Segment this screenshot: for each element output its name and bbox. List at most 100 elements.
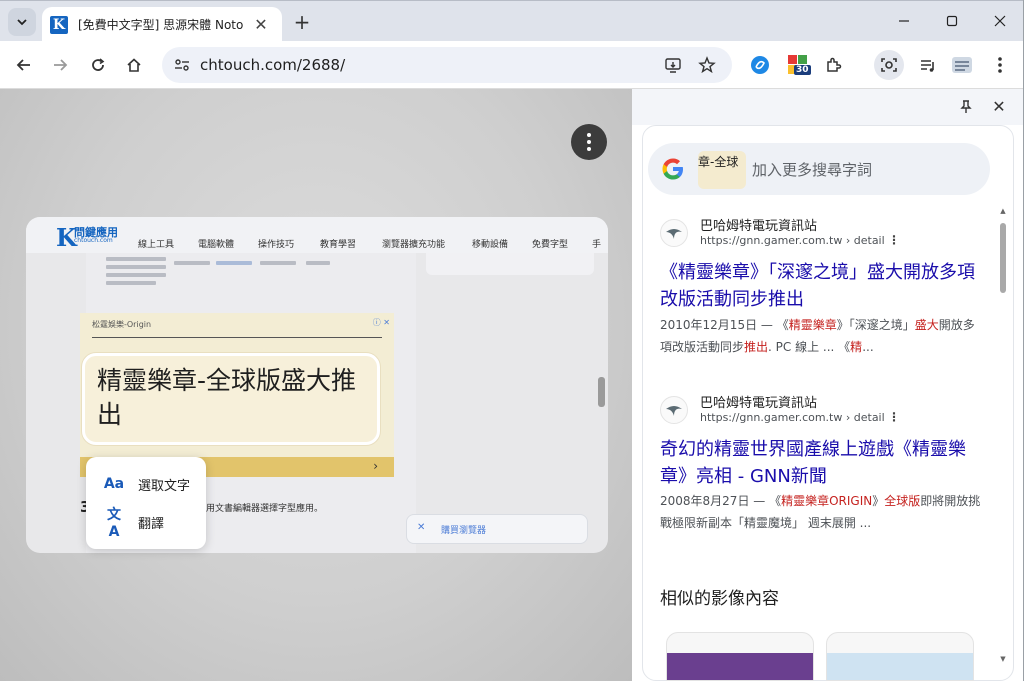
minimize-button[interactable] [884, 7, 924, 35]
dot-icon [587, 133, 591, 137]
lens-search-box[interactable]: 章-全球 加入更多搜尋字詞 [648, 143, 990, 195]
site-header: K 問鍵應用 chtouch.com 線上工具 電腦軟體 操作技巧 教育學習 瀏… [26, 217, 608, 253]
result-url: https://gnn.gamer.com.tw › detail [700, 234, 885, 247]
active-tab[interactable]: K [免費中文字型] 思源宋體 Noto ✕ [42, 7, 282, 42]
more-vertical-icon[interactable]: ⋮ [888, 233, 900, 247]
snippet-text: 2010年12月15日 — 《 [660, 318, 789, 332]
avatar-icon [952, 57, 972, 73]
google-lens-button[interactable] [874, 50, 904, 80]
side-panel-scrollbar[interactable]: ▲ ▼ [998, 207, 1008, 669]
snippet-text: . PC 線上 ... 《 [768, 340, 851, 354]
snippet-highlight: 精靈樂章 [788, 318, 837, 332]
lens-overlay-page: K 問鍵應用 chtouch.com 線上工具 電腦軟體 操作技巧 教育學習 瀏… [0, 89, 632, 681]
playlist-icon [921, 60, 934, 72]
bottom-bar-close-icon[interactable]: ✕ [417, 522, 425, 533]
reload-button[interactable] [84, 51, 112, 79]
result-title-link[interactable]: 《精靈樂章》「深邃之境」盛大開放多項改版活動同步推出 [660, 259, 990, 313]
result-snippet: 2010年12月15日 — 《精靈樂章》「深邃之境」盛大開放多項改版活動同步推出… [660, 314, 982, 358]
similar-image-thumbnail[interactable] [666, 632, 814, 681]
arrow-right-icon [54, 59, 68, 71]
home-icon [127, 58, 141, 72]
tab-title: [免費中文字型] 思源宋體 Noto [78, 18, 244, 32]
url-text[interactable]: chtouch.com/2688/ [200, 56, 345, 74]
page-scrollbar[interactable] [598, 377, 605, 407]
ad-divider [92, 337, 382, 338]
snippet-highlight: 盛大 [914, 318, 939, 332]
site-nav-item: 移動設備 [472, 240, 509, 250]
selected-text[interactable]: 精靈樂章-全球版盛大推出 [97, 364, 377, 432]
snippet-text: 》 [872, 494, 885, 508]
site-nav-item: 教育學習 [320, 240, 357, 250]
bottom-bar-text: 購買瀏覽器 [441, 526, 487, 536]
site-nav-item: 線上工具 [138, 240, 175, 250]
maximize-icon [946, 15, 958, 27]
select-text-menu-item[interactable]: Aa 選取文字 [86, 466, 206, 502]
text-select-icon: Aa [103, 476, 125, 492]
forward-button[interactable] [46, 51, 74, 79]
snippet-highlight: 精 [850, 340, 863, 354]
site-favicon-icon: K [50, 15, 68, 34]
snippet-highlight: 全球版 [884, 494, 921, 508]
site-settings-icon[interactable] [174, 58, 190, 72]
maximize-button[interactable] [932, 7, 972, 35]
site-bottom-bar[interactable]: ✕ 購買瀏覽器 [406, 514, 588, 544]
site-nav-item: 免費字型 [532, 240, 569, 250]
lens-icon [881, 58, 897, 72]
google-logo-icon [660, 156, 686, 187]
menu-item-label: 選取文字 [138, 478, 191, 494]
chevron-down-icon [17, 19, 27, 26]
reload-icon [92, 58, 105, 71]
extension-calendar-button[interactable]: 30 [784, 51, 812, 79]
puzzle-icon [827, 57, 842, 72]
extension-s-button[interactable] [746, 51, 774, 79]
more-vertical-icon[interactable]: ⋮ [888, 410, 900, 424]
back-button[interactable] [10, 51, 38, 79]
pin-icon[interactable] [956, 97, 976, 117]
translate-menu-item[interactable]: 文A 翻譯 [86, 504, 206, 540]
side-panel-header: ✕ [632, 89, 1024, 125]
chevron-right-icon: › [373, 459, 378, 473]
chrome-menu-button[interactable] [986, 51, 1014, 79]
reading-list-button[interactable] [914, 51, 942, 79]
result-snippet: 2008年8月27日 — 《精靈樂章ORIGIN》全球版即將開放挑戰極限新副本「… [660, 490, 982, 534]
more-vertical-icon [998, 57, 1002, 73]
ad-close-icon[interactable]: ⓘ ✕ [373, 317, 390, 328]
scroll-up-icon[interactable]: ▲ [998, 207, 1008, 215]
tab-search-button[interactable] [8, 8, 36, 36]
search-crop-thumbnail[interactable]: 章-全球 [698, 151, 746, 189]
similar-images-heading: 相似的影像內容 [660, 589, 779, 609]
bookmark-star-icon[interactable] [698, 56, 716, 74]
snippet-text: ... [862, 340, 874, 354]
side-panel-close-icon[interactable]: ✕ [988, 95, 1010, 117]
ad-label: 松霆娛樂-Origin [92, 320, 152, 329]
close-window-button[interactable] [980, 7, 1020, 35]
scroll-down-icon[interactable]: ▼ [998, 655, 1008, 663]
snippet-text: 2008年8月27日 — 《 [660, 494, 782, 508]
site-nav-item: 瀏覽器擴充功能 [382, 240, 446, 250]
similar-image-thumbnail[interactable] [826, 632, 974, 681]
result-site-name: 巴哈姆特電玩資訊站 [700, 396, 818, 411]
menu-item-label: 翻譯 [138, 516, 165, 532]
lens-context-menu: Aa 選取文字 文A 翻譯 [86, 457, 206, 549]
translate-icon: 文A [107, 507, 121, 540]
address-bar[interactable]: chtouch.com/2688/ [162, 47, 732, 83]
new-tab-button[interactable]: + [289, 9, 315, 35]
dot-icon [587, 147, 591, 151]
search-placeholder[interactable]: 加入更多搜尋字詞 [752, 159, 872, 180]
extensions-button[interactable] [820, 51, 848, 79]
snippet-highlight: 精靈樂章ORIGIN [781, 494, 873, 508]
bahamut-favicon-icon [660, 396, 688, 424]
tab-close-icon[interactable]: ✕ [252, 15, 270, 34]
profile-button[interactable] [948, 51, 976, 79]
install-app-icon[interactable] [664, 56, 682, 74]
result-title-link[interactable]: 奇幻的精靈世界國產線上遊戲《精靈樂章》亮相 - GNN新聞 [660, 436, 990, 490]
result-site-name: 巴哈姆特電玩資訊站 [700, 219, 818, 234]
overlay-menu-button[interactable] [571, 124, 607, 160]
snippet-highlight: 推出 [744, 340, 769, 354]
scrollbar-thumb[interactable] [1000, 223, 1006, 293]
home-button[interactable] [120, 51, 148, 79]
dot-icon [587, 140, 591, 144]
site-nav-item: 電腦軟體 [198, 240, 235, 250]
selected-text-region[interactable]: 精靈樂章-全球版盛大推出 [82, 353, 380, 445]
site-nav-item: 操作技巧 [258, 240, 295, 250]
